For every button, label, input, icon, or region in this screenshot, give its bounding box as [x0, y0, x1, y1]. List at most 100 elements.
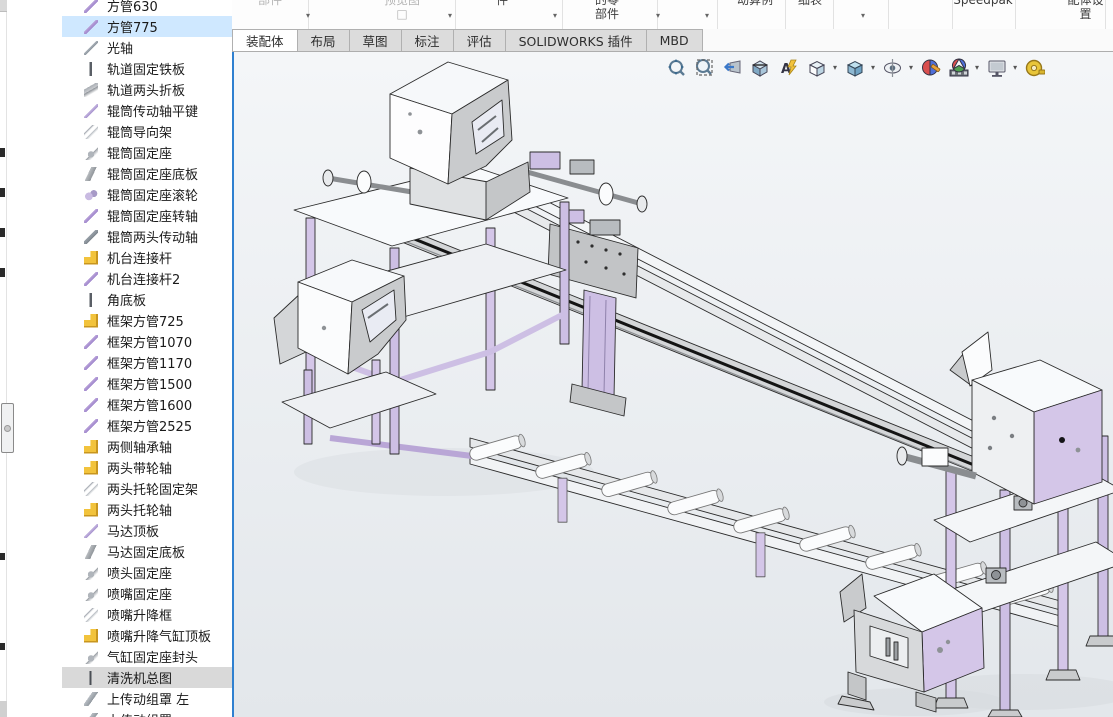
dropdown-caret-icon[interactable]: ▾ — [861, 11, 865, 20]
ribbon-group-separator — [455, 0, 456, 29]
tree-item[interactable]: 框架方管725 — [62, 310, 232, 331]
dropdown-caret-icon[interactable]: ▾ — [656, 11, 660, 20]
tree-item-label: 辊筒两头传动轴 — [107, 227, 198, 246]
dropdown-caret-icon[interactable]: ▾ — [833, 63, 837, 72]
featuremanager-tree-panel: 方管630方管775光轴轨道固定铁板轨道两头折板辊筒传动轴平键辊筒导向架辊筒固定… — [7, 0, 232, 717]
tree-item-label: 清洗机总图 — [107, 668, 172, 687]
ribbon-button-label[interactable]: 配体设置 — [1058, 0, 1113, 21]
dropdown-caret-icon[interactable]: ▾ — [909, 63, 913, 72]
tree-item[interactable]: 两头托轮轴 — [62, 499, 232, 520]
tree-item[interactable]: 上传动组罩 左 — [62, 688, 232, 709]
tree-item[interactable]: 辊筒固定座 — [62, 142, 232, 163]
dropdown-caret-icon[interactable]: ▾ — [871, 63, 875, 72]
tree-item[interactable]: 机台连接杆 — [62, 247, 232, 268]
tab-layout[interactable]: 布局 — [297, 29, 350, 51]
ribbon-button-label[interactable]: 的零部件 — [572, 0, 642, 21]
shaft2-part-icon — [84, 230, 98, 244]
display-style-icon[interactable] — [842, 55, 866, 79]
ribbon-label-line: Speedpak — [950, 0, 1016, 7]
tree-item-label: 两头带轮轴 — [107, 458, 172, 477]
clipped-icon-fragment — [0, 268, 5, 277]
tree-item[interactable]: 框架方管1070 — [62, 331, 232, 352]
tab-evaluate[interactable]: 评估 — [453, 29, 506, 51]
tree-item[interactable]: 辊筒固定座底板 — [62, 163, 232, 184]
tree-item[interactable]: 框架方管1500 — [62, 373, 232, 394]
tree-item-label: 马达顶板 — [107, 521, 159, 540]
tree-item[interactable]: 方管775 — [62, 16, 232, 37]
ribbon-button-label[interactable]: 动算例 — [727, 0, 783, 7]
tree-item-label: 机台连接杆 — [107, 248, 172, 267]
tree-item[interactable]: 轨道两头折板 — [62, 79, 232, 100]
frame-part-icon — [84, 482, 98, 496]
tree-item[interactable]: 轨道固定铁板 — [62, 58, 232, 79]
zoom-to-fit-icon[interactable] — [664, 55, 688, 79]
tab-mbd[interactable]: MBD — [646, 29, 703, 51]
tree-item-label: 喷嘴升降框 — [107, 605, 172, 624]
plate2-part-icon — [84, 545, 98, 559]
tree-item[interactable]: 机台连接杆2 — [62, 268, 232, 289]
previous-view-icon[interactable] — [720, 55, 744, 79]
ribbon-button-label[interactable]: 预览图□ — [362, 0, 442, 21]
tree-item[interactable]: 马达固定底板 — [62, 541, 232, 562]
tree-item[interactable]: 框架方管1170 — [62, 352, 232, 373]
tree-item[interactable]: 光轴 — [62, 37, 232, 58]
view-settings-icon[interactable] — [984, 55, 1008, 79]
tree-item[interactable]: 辊筒固定座滚轮 — [62, 184, 232, 205]
tree-item-label: 框架方管2525 — [107, 416, 192, 435]
tree-item[interactable]: 喷嘴升降框 — [62, 604, 232, 625]
tree-item[interactable]: 两头托轮固定架 — [62, 478, 232, 499]
tree-item[interactable]: 两头带轮轴 — [62, 457, 232, 478]
tree-item[interactable]: 清洗机总图 — [62, 667, 232, 688]
ribbon-group-separator — [833, 0, 834, 29]
ribbon-button-label[interactable]: 部件 — [240, 0, 300, 7]
tree-item[interactable]: 角底板 — [62, 289, 232, 310]
tree-item-label: 光轴 — [107, 38, 133, 57]
tree-item[interactable]: 上传动组罩 — [62, 709, 232, 717]
ribbon-button-label[interactable]: Speedpak — [950, 0, 1016, 7]
tab-sketch[interactable]: 草图 — [349, 29, 402, 51]
hide-show-items-icon[interactable] — [880, 55, 904, 79]
tree-item[interactable]: 喷头固定座 — [62, 562, 232, 583]
dropdown-caret-icon[interactable]: ▾ — [705, 11, 709, 20]
dropdown-caret-icon[interactable]: ▾ — [306, 11, 310, 20]
edit-appearance-icon[interactable] — [918, 55, 942, 79]
tube-part-icon — [84, 20, 98, 34]
section-view-icon[interactable] — [748, 55, 772, 79]
tree-item[interactable]: 辊筒导向架 — [62, 121, 232, 142]
tree-item[interactable]: 喷嘴升降气缸顶板 — [62, 625, 232, 646]
graphics-viewport[interactable]: A ▾ ▾ ▾ ▾ ▾ — [232, 52, 1113, 717]
tree-item[interactable]: 马达顶板 — [62, 520, 232, 541]
dropdown-caret-icon[interactable]: ▾ — [553, 11, 557, 20]
yellow-part-icon — [84, 314, 98, 328]
ribbon-button-label[interactable]: 细表 — [788, 0, 832, 7]
tree-item[interactable]: 两侧轴承轴 — [62, 436, 232, 457]
ribbon-label-line: 动算例 — [727, 0, 783, 7]
view-orientation-icon[interactable] — [804, 55, 828, 79]
tab-annotate[interactable]: 标注 — [401, 29, 454, 51]
tree-item[interactable]: 辊筒两头传动轴 — [62, 226, 232, 247]
tab-assembly[interactable]: 装配体 — [232, 29, 298, 51]
panel-splitter-handle[interactable] — [1, 403, 14, 453]
seat-part-icon — [84, 566, 98, 580]
tree-item[interactable]: 方管630 — [62, 0, 232, 16]
dynamic-annotation-views-icon[interactable]: A — [776, 55, 800, 79]
tree-item[interactable]: 框架方管2525 — [62, 415, 232, 436]
tree-item-label: 两侧轴承轴 — [107, 437, 172, 456]
dropdown-caret-icon[interactable]: ▾ — [1013, 63, 1017, 72]
tree-item[interactable]: 框架方管1600 — [62, 394, 232, 415]
tree-item[interactable]: 辊筒传动轴平键 — [62, 100, 232, 121]
measure-icon[interactable] — [1022, 55, 1046, 79]
assembly-3d-model[interactable] — [234, 52, 1113, 717]
splitter-grip-icon — [4, 425, 11, 432]
apply-scene-icon[interactable] — [946, 55, 970, 79]
command-manager-ribbon: 部件 预览图□ 件 的零部件 动算例细表 Speedpak 配体设置 ▾ ▾ ▾ ▾ ▾ ▾ — [232, 0, 1113, 29]
tree-item[interactable]: 辊筒固定座转轴 — [62, 205, 232, 226]
ribbon-label-line: 的零 — [572, 0, 642, 7]
zoom-to-area-icon[interactable] — [692, 55, 716, 79]
tree-item[interactable]: 气缸固定座封头 — [62, 646, 232, 667]
ribbon-button-label[interactable]: 件 — [477, 0, 527, 7]
tree-item[interactable]: 喷嘴固定座 — [62, 583, 232, 604]
dropdown-caret-icon[interactable]: ▾ — [975, 63, 979, 72]
tab-solidworks-addins[interactable]: SOLIDWORKS 插件 — [505, 29, 647, 51]
dropdown-caret-icon[interactable]: ▾ — [448, 11, 452, 20]
